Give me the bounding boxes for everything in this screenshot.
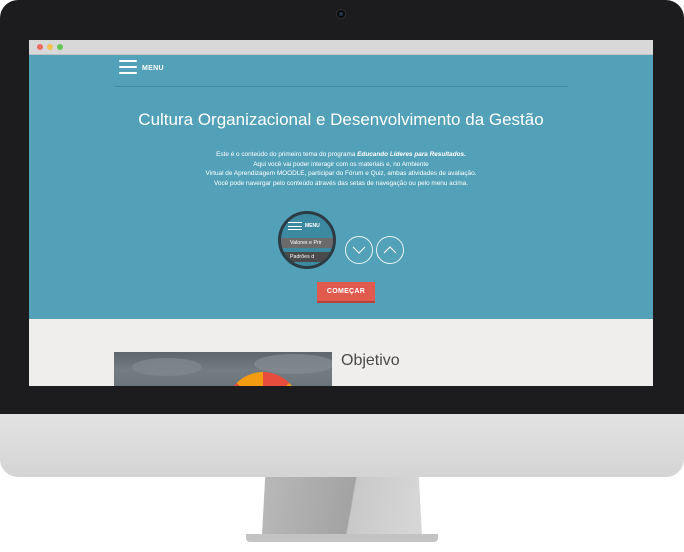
objective-image (114, 352, 332, 386)
scroll-up-button[interactable] (376, 236, 404, 264)
header-divider (115, 86, 568, 87)
imac-stand (262, 477, 422, 535)
camera-icon (337, 10, 345, 18)
minimize-window-button[interactable] (47, 44, 53, 50)
menu-button[interactable]: MENU (119, 60, 164, 74)
section-title-objetivo: Objetivo (341, 352, 400, 369)
page-title: Cultura Organizacional e Desenvolvimento… (138, 110, 544, 129)
program-name: Educando Líderes para Resultados. (357, 151, 466, 158)
imac-chin (0, 414, 684, 477)
intro-line-4: Você pode navergar pelo conteúdo através… (213, 179, 469, 187)
browser-title-bar (29, 40, 653, 55)
intro-line-3: Virtual de Aprendizagem MOODLE, particip… (205, 170, 477, 178)
chevron-down-icon (352, 246, 366, 254)
intro-line-2: Aqui você vai poder interagir com os mat… (253, 160, 429, 168)
menu-item-valores[interactable]: Valores e Prir (281, 238, 333, 248)
imac-display-frame: MENU Cultura Organizacional e Desenvolvi… (0, 0, 684, 414)
chevron-up-icon (383, 246, 397, 254)
magnified-menu-button[interactable]: MENU (288, 222, 320, 230)
close-window-button[interactable] (37, 44, 43, 50)
maximize-window-button[interactable] (57, 44, 63, 50)
content-section: Objetivo (29, 319, 653, 386)
menu-label: MENU (142, 65, 164, 72)
magnifier-overlay: MENU Valores e Prir Padrões d (278, 211, 336, 269)
scroll-down-button[interactable] (345, 236, 373, 264)
magnified-menu-label: MENU (305, 223, 320, 229)
menu-item-padroes[interactable]: Padrões d (281, 252, 333, 262)
hamburger-icon (288, 222, 302, 230)
start-button[interactable]: COMEÇAR (317, 282, 375, 301)
intro-line-1-text: Este é o conteúdo do primeiro tema do pr… (216, 151, 358, 158)
hero-section: MENU Cultura Organizacional e Desenvolvi… (29, 55, 653, 319)
hamburger-icon (119, 60, 137, 74)
umbrella-image (226, 372, 300, 386)
intro-line-1: Este é o conteúdo do primeiro tema do pr… (141, 150, 541, 160)
screen: MENU Cultura Organizacional e Desenvolvi… (29, 40, 653, 386)
intro-description: Este é o conteúdo do primeiro tema do pr… (141, 150, 541, 188)
imac-stand-base (246, 534, 438, 542)
